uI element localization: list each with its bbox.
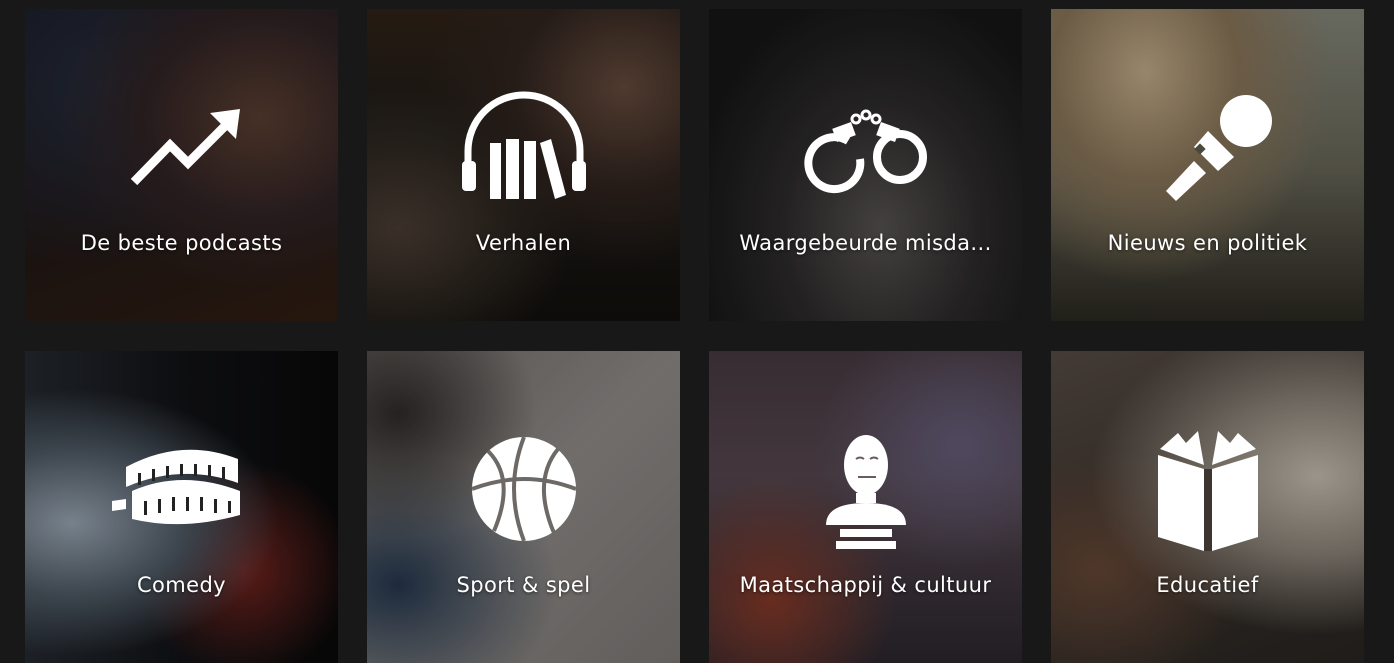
category-label: Educatief (1156, 573, 1259, 597)
handcuffs-icon (803, 109, 927, 194)
open-book-icon (1157, 431, 1258, 551)
category-label: Maatschappij & cultuur (739, 573, 992, 597)
category-label: Sport & spel (456, 573, 591, 597)
microphone-icon (1165, 95, 1272, 201)
basketball-icon (470, 436, 577, 542)
category-tile-maatschappij-en-cultuur[interactable]: Maatschappij & cultuur (709, 351, 1022, 663)
category-label: Waargebeurde misda... (739, 231, 992, 255)
category-label: Verhalen (475, 231, 572, 255)
chattering-teeth-icon (111, 449, 240, 525)
category-tile-de-beste-podcasts[interactable]: De beste podcasts (25, 9, 338, 321)
category-tile-waargebeurde-misdaad[interactable]: Waargebeurde misda... (709, 9, 1022, 321)
category-tile-verhalen[interactable]: Verhalen (367, 9, 680, 321)
category-label: Nieuws en politiek (1107, 231, 1308, 255)
trending-up-icon (130, 109, 240, 186)
category-tile-comedy[interactable]: Comedy (25, 351, 338, 663)
category-label: De beste podcasts (80, 231, 283, 255)
category-tile-nieuws-en-politiek[interactable]: Nieuws en politiek (1051, 9, 1364, 321)
category-tile-educatief[interactable]: Educatief (1051, 351, 1364, 663)
category-tile-sport-en-spel[interactable]: Sport & spel (367, 351, 680, 663)
podcast-category-grid: De beste podcasts Verhalen Waargebeurde … (0, 0, 1394, 663)
category-label: Comedy (136, 573, 227, 597)
bust-statue-icon (825, 435, 906, 549)
headphones-books-icon (461, 91, 586, 199)
